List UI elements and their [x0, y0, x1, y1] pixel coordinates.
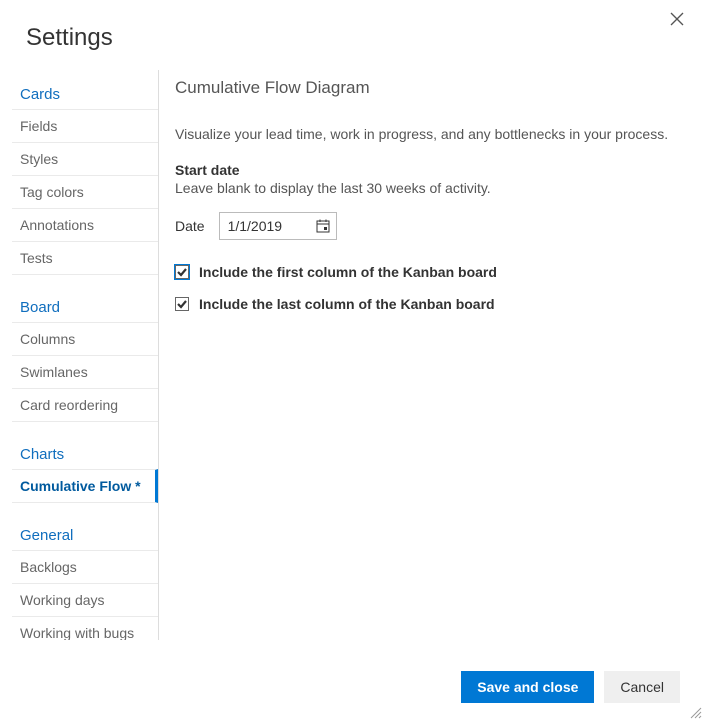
sidebar-item-fields[interactable]: Fields — [12, 109, 158, 142]
date-row: Date — [175, 212, 684, 240]
checkmark-icon — [177, 299, 187, 309]
sidebar-item-tests[interactable]: Tests — [12, 241, 158, 275]
calendar-icon[interactable] — [316, 219, 330, 233]
sidebar-item-backlogs[interactable]: Backlogs — [12, 550, 158, 583]
sidebar-group-header: Board — [12, 291, 158, 322]
panel-description: Visualize your lead time, work in progre… — [175, 126, 684, 142]
include-last-column-checkbox[interactable] — [175, 297, 189, 311]
include-first-column-row: Include the first column of the Kanban b… — [175, 264, 684, 280]
main-panel: Cumulative Flow Diagram Visualize your l… — [159, 70, 704, 640]
date-field-label: Date — [175, 218, 205, 234]
sidebar-group-header: Cards — [12, 78, 158, 109]
sidebar-item-card-reordering[interactable]: Card reordering — [12, 388, 158, 422]
save-and-close-button[interactable]: Save and close — [461, 671, 594, 703]
resize-grip[interactable] — [688, 705, 702, 719]
sidebar-item-columns[interactable]: Columns — [12, 322, 158, 355]
start-date-hint: Leave blank to display the last 30 weeks… — [175, 180, 684, 196]
sidebar-item-annotations[interactable]: Annotations — [12, 208, 158, 241]
sidebar-item-working-days[interactable]: Working days — [12, 583, 158, 616]
date-field[interactable] — [219, 212, 337, 240]
include-first-column-label: Include the first column of the Kanban b… — [199, 264, 497, 280]
start-date-label: Start date — [175, 162, 684, 178]
sidebar-item-styles[interactable]: Styles — [12, 142, 158, 175]
page-title: Settings — [0, 0, 704, 70]
sidebar-item-tag-colors[interactable]: Tag colors — [12, 175, 158, 208]
panel-heading: Cumulative Flow Diagram — [175, 78, 684, 98]
sidebar-item-swimlanes[interactable]: Swimlanes — [12, 355, 158, 388]
sidebar-group-header: Charts — [12, 438, 158, 469]
checkmark-icon — [177, 267, 187, 277]
sidebar-item-working-with-bugs[interactable]: Working with bugs — [12, 616, 158, 640]
sidebar-group-header: General — [12, 519, 158, 550]
sidebar-item-cumulative-flow[interactable]: Cumulative Flow * — [12, 469, 158, 503]
date-input[interactable] — [228, 218, 298, 234]
include-last-column-label: Include the last column of the Kanban bo… — [199, 296, 495, 312]
dialog-footer: Save and close Cancel — [461, 671, 680, 703]
resize-grip-icon — [688, 705, 702, 719]
cancel-button[interactable]: Cancel — [604, 671, 680, 703]
include-first-column-checkbox[interactable] — [175, 265, 189, 279]
include-last-column-row: Include the last column of the Kanban bo… — [175, 296, 684, 312]
close-button[interactable] — [670, 12, 686, 28]
settings-sidebar: CardsFieldsStylesTag colorsAnnotationsTe… — [12, 70, 159, 640]
close-icon — [670, 12, 684, 26]
